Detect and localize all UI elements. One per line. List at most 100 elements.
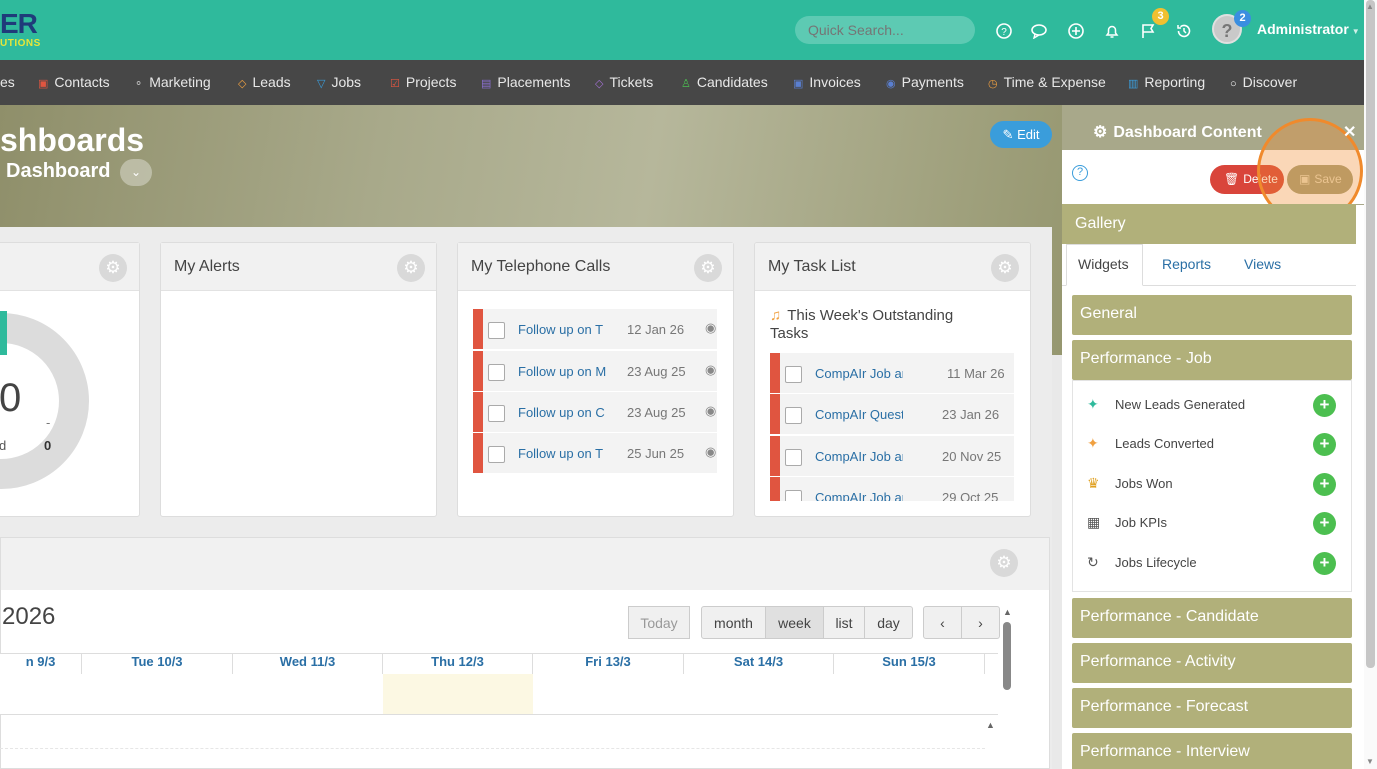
gear-icon[interactable]: ⚙ bbox=[991, 254, 1019, 282]
nav-item-placements[interactable]: ▤ Placements bbox=[481, 60, 571, 105]
add-widget-button[interactable]: + bbox=[1313, 512, 1336, 535]
sparkle-icon: ✦ bbox=[1087, 396, 1099, 412]
checkbox[interactable] bbox=[785, 490, 802, 501]
checkbox[interactable] bbox=[488, 364, 505, 381]
checkbox[interactable] bbox=[488, 322, 505, 339]
call-link[interactable]: Follow up on M bbox=[518, 364, 606, 379]
telephone-calls-widget: My Telephone Calls ⚙ Follow up on T 12 Ja… bbox=[457, 242, 734, 517]
task-date: 29 Oct 25 bbox=[942, 490, 999, 501]
nav-item-time-expense[interactable]: ◷ Time & Expense bbox=[988, 60, 1106, 105]
task-link[interactable]: CompAIr Job and bbox=[815, 366, 903, 381]
nav-item-marketing[interactable]: ⚬ Marketing bbox=[134, 60, 211, 105]
add-widget-button[interactable]: + bbox=[1313, 552, 1336, 575]
checkbox[interactable] bbox=[785, 449, 802, 466]
nav-item-projects[interactable]: ☑ Projects bbox=[390, 60, 456, 105]
widget-header bbox=[1, 538, 1049, 590]
nav-item-tickets[interactable]: ◇ Tickets bbox=[595, 60, 653, 105]
task-link[interactable]: CompAIr Question bbox=[815, 407, 903, 422]
nav-item-contacts[interactable]: ▣ Contacts bbox=[38, 60, 110, 105]
week-view-button[interactable]: week bbox=[765, 606, 824, 639]
eye-icon[interactable]: ◉ bbox=[705, 403, 716, 419]
today-cell[interactable] bbox=[383, 674, 533, 714]
calendar-scrollbar[interactable] bbox=[1003, 622, 1011, 690]
flag-icon[interactable] bbox=[1139, 22, 1157, 40]
checkbox-icon: ☑ bbox=[390, 78, 400, 90]
nav-item-invoices[interactable]: ▣ Invoices bbox=[793, 60, 861, 105]
nav-item-reporting[interactable]: ▥ Reporting bbox=[1128, 60, 1205, 105]
close-icon[interactable]: ✕ bbox=[1343, 122, 1356, 142]
dashboard-selector-button[interactable]: ⌄ bbox=[120, 159, 152, 186]
tag-icon: ◇ bbox=[595, 78, 604, 90]
day-header: Sun 15/3 bbox=[834, 654, 985, 674]
user-menu[interactable]: Administrator ▼ bbox=[1257, 21, 1360, 37]
checkbox[interactable] bbox=[785, 366, 802, 383]
section-performance-job[interactable]: Performance - Job bbox=[1072, 340, 1352, 380]
table-icon: ▦ bbox=[1087, 514, 1101, 530]
checkbox[interactable] bbox=[785, 407, 802, 424]
section-performance-interview[interactable]: Performance - Interview bbox=[1072, 733, 1352, 769]
call-link[interactable]: Follow up on T bbox=[518, 322, 606, 337]
add-widget-button[interactable]: + bbox=[1313, 473, 1336, 496]
task-link[interactable]: CompAIr Job and bbox=[815, 490, 903, 501]
section-performance-forecast[interactable]: Performance - Forecast bbox=[1072, 688, 1352, 728]
gear-icon[interactable]: ⚙ bbox=[397, 254, 425, 282]
add-circle-icon[interactable] bbox=[1067, 22, 1085, 40]
help-icon[interactable]: ? bbox=[995, 22, 1013, 40]
list-view-button[interactable]: list bbox=[823, 606, 865, 639]
section-performance-candidate[interactable]: Performance - Candidate bbox=[1072, 598, 1352, 638]
day-header: n 9/3 bbox=[0, 654, 82, 674]
task-link[interactable]: CompAIr Job and bbox=[815, 449, 903, 464]
nav-item-jobs[interactable]: ▽ Jobs bbox=[317, 60, 361, 105]
scroll-up-icon[interactable]: ▲ bbox=[1003, 607, 1012, 617]
nav-item-payments[interactable]: ◉ Payments bbox=[886, 60, 964, 105]
eye-icon[interactable]: ◉ bbox=[705, 444, 716, 460]
day-view-button[interactable]: day bbox=[864, 606, 913, 639]
bell-icon[interactable] bbox=[1103, 22, 1121, 40]
gear-icon[interactable]: ⚙ bbox=[694, 254, 722, 282]
help-icon[interactable]: ? bbox=[1072, 165, 1088, 181]
widget-item-label: Jobs Won bbox=[1115, 476, 1173, 491]
next-button[interactable]: › bbox=[961, 606, 1000, 639]
prev-button[interactable]: ‹ bbox=[923, 606, 962, 639]
section-performance-activity[interactable]: Performance - Activity bbox=[1072, 643, 1352, 683]
checkbox[interactable] bbox=[488, 446, 505, 463]
chevron-down-icon: ▼ bbox=[1351, 27, 1360, 36]
month-view-button[interactable]: month bbox=[701, 606, 766, 639]
avatar-badge: 2 bbox=[1234, 10, 1251, 27]
nav-item-leads[interactable]: ◇ Leads bbox=[238, 60, 291, 105]
gear-icon[interactable]: ⚙ bbox=[990, 549, 1018, 577]
section-general[interactable]: General bbox=[1072, 295, 1352, 335]
chat-icon[interactable] bbox=[1031, 22, 1049, 40]
trophy-icon bbox=[0, 311, 7, 355]
task-date: 20 Nov 25 bbox=[942, 449, 1002, 464]
gear-icon[interactable]: ⚙ bbox=[99, 254, 127, 282]
tab-widgets[interactable]: Widgets bbox=[1078, 256, 1129, 272]
scroll-down-icon[interactable]: ▼ bbox=[1366, 757, 1374, 766]
widget-item-label: New Leads Generated bbox=[1115, 397, 1246, 412]
scroll-up-icon[interactable]: ▲ bbox=[986, 720, 995, 730]
eye-icon[interactable]: ◉ bbox=[705, 362, 716, 378]
call-link[interactable]: Follow up on C bbox=[518, 405, 606, 420]
add-widget-button[interactable]: + bbox=[1313, 433, 1336, 456]
scroll-up-icon[interactable]: ▲ bbox=[1366, 2, 1374, 11]
eye-icon[interactable]: ◉ bbox=[705, 320, 716, 336]
quick-search-input[interactable] bbox=[795, 16, 975, 44]
checkbox[interactable] bbox=[488, 405, 505, 422]
nav-item-candidates[interactable]: ♙ Candidates bbox=[681, 60, 768, 105]
briefcase-icon: ▤ bbox=[481, 78, 492, 90]
today-button[interactable]: Today bbox=[628, 606, 690, 639]
add-widget-button[interactable]: + bbox=[1313, 394, 1336, 417]
page-scrollbar-thumb[interactable] bbox=[1366, 0, 1375, 668]
nav-item-modules[interactable]: es bbox=[0, 60, 15, 105]
edit-button[interactable]: ✎ Edit bbox=[990, 121, 1052, 148]
coins-icon: ◉ bbox=[886, 78, 896, 90]
logo[interactable]: ER bbox=[0, 8, 38, 40]
tasks-list[interactable]: CompAIr Job and 11 Mar 26 CompAIr Questio… bbox=[755, 351, 1030, 501]
tab-views[interactable]: Views bbox=[1244, 256, 1281, 272]
nav-item-discover[interactable]: ○ Discover bbox=[1230, 60, 1297, 105]
call-link[interactable]: Follow up on T bbox=[518, 446, 606, 461]
gauge-count: 0 bbox=[44, 438, 52, 453]
history-icon[interactable] bbox=[1175, 22, 1193, 40]
task-date: 23 Jan 26 bbox=[942, 407, 1000, 422]
tab-reports[interactable]: Reports bbox=[1162, 256, 1211, 272]
